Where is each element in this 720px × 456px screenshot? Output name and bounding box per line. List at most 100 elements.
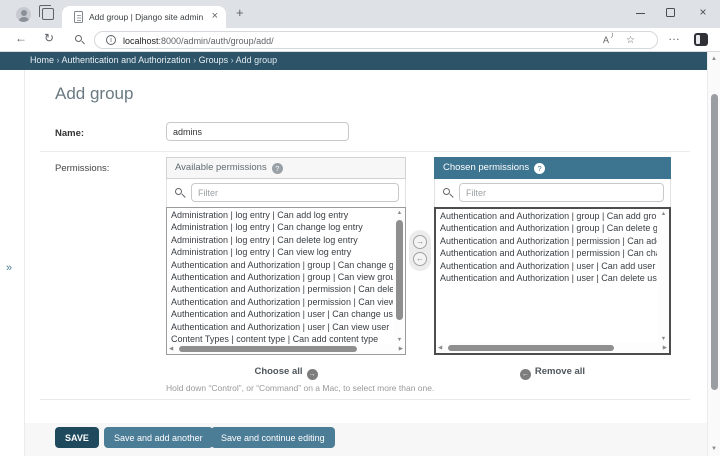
new-tab-button[interactable]: +	[236, 5, 244, 20]
content-divider	[40, 399, 690, 400]
name-label: Name:	[55, 128, 84, 139]
filter-search-icon	[175, 188, 182, 195]
choose-all-link[interactable]: Choose all →	[166, 366, 406, 380]
save-and-add-button[interactable]: Save and add another	[104, 427, 213, 448]
selector-mover: → ←	[409, 230, 431, 271]
chosen-filter-input[interactable]	[459, 183, 664, 202]
url-host: localhost	[123, 36, 159, 46]
more-menu-icon[interactable]: …	[668, 29, 681, 43]
tab-close-icon[interactable]: ×	[212, 10, 218, 22]
help-icon: ?	[534, 163, 545, 174]
permission-option[interactable]: Authentication and Authorization | user …	[167, 321, 393, 333]
available-permissions-list[interactable]: Administration | log entry | Can add log…	[166, 207, 406, 355]
address-bar[interactable]: i localhost:8000/admin/auth/group/add/ A…	[94, 31, 658, 49]
permission-option[interactable]: Authentication and Authorization | permi…	[167, 296, 393, 308]
move-left-icon[interactable]: ←	[413, 252, 427, 266]
workspaces-icon[interactable]	[42, 8, 54, 20]
remove-all-link[interactable]: ← Remove all	[434, 366, 671, 380]
chosen-permissions-list[interactable]: Authentication and Authorization | group…	[434, 207, 671, 355]
url-text[interactable]: localhost:8000/admin/auth/group/add/	[123, 36, 274, 46]
permission-option[interactable]: Administration | log entry | Can delete …	[167, 234, 393, 246]
chosen-filter-row	[434, 179, 671, 207]
scroll-right-icon[interactable]: ▶	[663, 345, 667, 351]
refresh-icon[interactable]: ↻	[44, 31, 54, 45]
permission-option[interactable]: Authentication and Authorization | group…	[167, 271, 393, 283]
permission-option[interactable]: Authentication and Authorization | user …	[436, 260, 657, 272]
list-horizontal-scrollbar[interactable]: ◀ ▶	[167, 344, 405, 354]
permission-option[interactable]: Authentication and Authorization | group…	[436, 222, 657, 234]
permission-option[interactable]: Authentication and Authorization | group…	[436, 210, 657, 222]
chosen-permissions-box: Chosen permissions? Authentication and A…	[434, 157, 671, 355]
nav-sidebar-divider	[24, 70, 25, 456]
scroll-up-icon[interactable]: ▲	[394, 210, 405, 216]
permission-option[interactable]: Administration | log entry | Can add log…	[167, 209, 393, 221]
permission-option[interactable]: Authentication and Authorization | permi…	[436, 247, 657, 259]
window-maximize-button[interactable]	[656, 0, 686, 26]
permission-option[interactable]: Administration | log entry | Can view lo…	[167, 246, 393, 258]
browser-toolbar: ← ↻ i localhost:8000/admin/auth/group/ad…	[0, 28, 720, 52]
permission-option[interactable]: Authentication and Authorization | group…	[167, 259, 393, 271]
form-row-divider	[40, 151, 690, 152]
list-horizontal-scrollbar[interactable]: ◀ ▶	[436, 343, 669, 353]
favorite-star-icon[interactable]: ☆	[626, 35, 635, 46]
save-button[interactable]: SAVE	[55, 427, 99, 448]
remove-all-arrow-icon: ←	[520, 369, 531, 380]
breadcrumb-link[interactable]: Groups	[199, 55, 236, 65]
available-permissions-header: Available permissions?	[166, 157, 406, 179]
window-close-button[interactable]: ×	[688, 0, 718, 26]
save-and-continue-button[interactable]: Save and continue editing	[211, 427, 335, 448]
scroll-up-icon[interactable]: ▲	[658, 211, 669, 217]
nav-sidebar-toggle[interactable]: »	[6, 262, 12, 274]
filter-search-icon	[443, 188, 450, 195]
available-filter-input[interactable]	[191, 183, 399, 202]
tab-strip: Add group | Django site admin × + ×	[0, 0, 720, 28]
minimize-icon	[636, 13, 645, 14]
read-aloud-icon[interactable]: A	[603, 35, 609, 45]
available-permissions-title: Available permissions	[175, 162, 267, 173]
choose-all-label: Choose all	[254, 366, 302, 377]
list-vertical-scrollbar[interactable]: ▲ ▼	[658, 209, 669, 343]
breadcrumb-current: Add group	[236, 55, 278, 65]
breadcrumb-link[interactable]: Authentication and Authorization	[62, 55, 199, 65]
name-field[interactable]	[166, 122, 349, 141]
list-scrollbar-thumb[interactable]	[448, 345, 614, 352]
chosen-permissions-header: Chosen permissions?	[434, 157, 671, 179]
sidebar-toggle-icon[interactable]	[694, 33, 708, 46]
breadcrumb-links: HomeAuthentication and AuthorizationGrou…	[30, 55, 236, 65]
scroll-left-icon[interactable]: ◀	[169, 346, 173, 352]
page-title: Add group	[55, 84, 133, 104]
list-scrollbar-thumb[interactable]	[396, 220, 403, 320]
remove-all-label: Remove all	[535, 366, 585, 377]
permission-option[interactable]: Administration | log entry | Can change …	[167, 221, 393, 233]
available-permissions-box: Available permissions? Administration | …	[166, 157, 406, 355]
page-scrollbar-thumb[interactable]	[711, 94, 718, 390]
scroll-down-icon[interactable]: ▼	[708, 446, 720, 452]
scroll-down-icon[interactable]: ▼	[658, 336, 669, 342]
site-info-icon[interactable]: i	[106, 35, 116, 45]
maximize-icon	[666, 8, 675, 17]
permission-option[interactable]: Authentication and Authorization | user …	[167, 308, 393, 320]
window-minimize-button[interactable]	[626, 0, 656, 26]
scroll-down-icon[interactable]: ▼	[394, 337, 405, 343]
profile-avatar-icon[interactable]	[16, 7, 31, 22]
list-scrollbar-thumb[interactable]	[179, 346, 357, 353]
scroll-left-icon[interactable]: ◀	[438, 345, 442, 351]
permission-option[interactable]: Authentication and Authorization | user …	[436, 272, 657, 284]
list-vertical-scrollbar[interactable]: ▲ ▼	[394, 208, 405, 344]
breadcrumb: HomeAuthentication and AuthorizationGrou…	[0, 52, 707, 70]
permission-option[interactable]: Authentication and Authorization | permi…	[436, 235, 657, 247]
available-filter-row	[166, 179, 406, 207]
active-tab[interactable]: Add group | Django site admin ×	[62, 6, 226, 28]
page-scrollbar[interactable]: ▲ ▼	[707, 52, 720, 456]
move-right-icon[interactable]: →	[413, 235, 427, 249]
tab-title: Add group | Django site admin	[89, 12, 211, 22]
back-icon[interactable]: ←	[15, 31, 27, 45]
scroll-up-icon[interactable]: ▲	[708, 56, 720, 62]
choose-all-arrow-icon: →	[307, 369, 318, 380]
permission-option[interactable]: Authentication and Authorization | permi…	[167, 283, 393, 295]
scroll-right-icon[interactable]: ▶	[399, 346, 403, 352]
available-options: Administration | log entry | Can add log…	[167, 209, 393, 345]
breadcrumb-link[interactable]: Home	[30, 55, 62, 65]
submit-row: SAVE Save and add another Save and conti…	[25, 423, 707, 456]
search-icon[interactable]	[75, 35, 82, 42]
